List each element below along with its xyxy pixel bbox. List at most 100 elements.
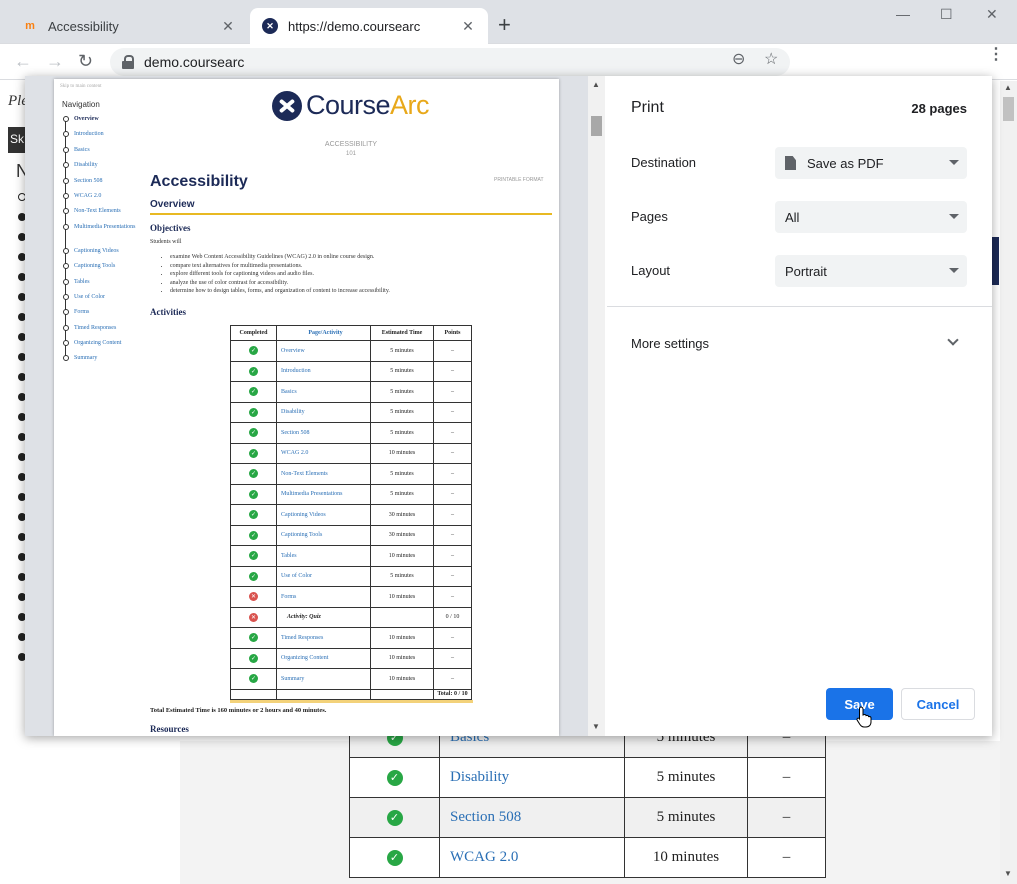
activity-link[interactable]: Captioning Videos <box>276 504 371 526</box>
chevron-down-icon[interactable] <box>947 334 959 346</box>
scroll-up-icon[interactable]: ▲ <box>592 80 600 89</box>
close-tab-icon[interactable]: ✕ <box>460 18 476 35</box>
browser-menu-icon[interactable]: ⋮ <box>988 47 1004 63</box>
estimated-time: 5 minutes <box>370 463 434 485</box>
nav-item: Tables <box>63 278 153 293</box>
estimated-time: 10 minutes <box>370 627 434 649</box>
points: 0 / 10 <box>433 606 472 628</box>
layout-select[interactable]: Portrait <box>775 255 967 287</box>
activity-link[interactable]: Multimedia Presentations <box>276 483 371 505</box>
activity-link[interactable]: Organizing Content <box>276 647 371 669</box>
activity-link[interactable]: Introduction <box>276 360 371 382</box>
cancel-button[interactable]: Cancel <box>901 688 975 720</box>
minimize-icon[interactable]: — <box>896 6 910 22</box>
table-row: ✓ Basics 5 minutes – <box>230 381 472 403</box>
table-row: ✓ Section 508 5 minutes – <box>349 797 826 838</box>
check-icon: ✓ <box>249 407 258 417</box>
column-header: Completed <box>230 325 277 341</box>
activity-link[interactable]: Non-Text Elements <box>276 463 371 485</box>
activities-heading: Activities <box>150 307 186 317</box>
maximize-icon[interactable]: ☐ <box>940 6 953 23</box>
estimated-time: 30 minutes <box>370 524 434 546</box>
nav-list: Overview Introduction Basics Disability … <box>63 115 153 370</box>
lock-icon[interactable] <box>122 55 134 69</box>
activity-link[interactable]: Tables <box>276 545 371 567</box>
activity-link[interactable]: Disability <box>276 401 371 423</box>
check-icon: ✓ <box>249 551 258 561</box>
activity-link[interactable]: Captioning Tools <box>276 524 371 546</box>
divider <box>607 306 992 307</box>
more-settings-toggle[interactable]: More settings <box>631 336 709 351</box>
preview-scrollbar[interactable]: ▲ ▼ <box>588 76 605 736</box>
page-scrollbar[interactable]: ▲ ▼ <box>1000 81 1017 884</box>
table-row: ✓ Captioning Tools 30 minutes – <box>230 524 472 546</box>
points: – <box>433 545 472 567</box>
activity-link[interactable]: Disability <box>439 757 625 798</box>
skip-link: Skip to main content <box>60 84 102 89</box>
activity-link[interactable]: WCAG 2.0 <box>439 837 625 878</box>
activity-link[interactable]: Section 508 <box>276 422 371 444</box>
destination-select[interactable]: Save as PDF <box>775 147 967 179</box>
print-title: Print <box>631 99 664 116</box>
activity-link[interactable]: Section 508 <box>439 797 625 838</box>
print-preview: Skip to main content Navigation Overview… <box>25 76 605 736</box>
hand-cursor-icon <box>856 706 872 728</box>
nav-item: Captioning Tools <box>63 262 153 277</box>
activity-link[interactable]: Forms <box>276 586 371 608</box>
forward-icon[interactable]: → <box>46 51 64 71</box>
activity-link[interactable]: Timed Responses <box>276 627 371 649</box>
resources-heading: Resources <box>150 724 189 734</box>
check-icon: ✓ <box>249 448 258 458</box>
points: – <box>747 837 826 878</box>
column-header: Page/Activity <box>276 325 371 341</box>
zoom-icon[interactable]: ⊖ <box>732 49 745 69</box>
page-count: 28 pages <box>911 101 967 116</box>
scroll-down-icon[interactable]: ▼ <box>1004 869 1012 878</box>
activity-link[interactable]: Use of Color <box>276 565 371 587</box>
check-icon: ✓ <box>249 510 258 520</box>
estimated-time: 5 minutes <box>370 381 434 403</box>
close-window-icon[interactable]: ✕ <box>986 6 998 23</box>
scroll-thumb[interactable] <box>591 116 602 136</box>
printable-format-label: PRINTABLE FORMAT <box>494 177 544 183</box>
table-row: ✓ Organizing Content 10 minutes – <box>230 647 472 669</box>
url-text: demo.coursearc <box>144 54 245 70</box>
tab-accessibility[interactable]: m Accessibility ✕ <box>10 8 248 44</box>
tab-coursearc[interactable]: ✕ https://demo.coursearc ✕ <box>250 8 488 44</box>
scroll-thumb[interactable] <box>1003 97 1014 121</box>
back-icon[interactable]: ← <box>14 51 32 71</box>
table-row: ✓ Disability 5 minutes – <box>230 401 472 423</box>
print-dialog: Skip to main content Navigation Overview… <box>25 76 992 736</box>
check-icon: ✓ <box>386 770 403 786</box>
points: – <box>747 797 826 838</box>
table-row: ✕ Forms 10 minutes – <box>230 586 472 608</box>
list-item: compare text alternatives for multimedia… <box>170 262 390 271</box>
coursearc-logo: CourseArc <box>272 90 430 121</box>
nav-item: WCAG 2.0 <box>63 192 153 207</box>
activity-link[interactable]: WCAG 2.0 <box>276 442 371 464</box>
total-time: Total Estimated Time is 160 minutes or 2… <box>150 707 327 714</box>
estimated-time: 10 minutes <box>370 442 434 464</box>
close-tab-icon[interactable]: ✕ <box>220 18 236 35</box>
caret-down-icon <box>949 160 959 165</box>
check-icon: ✓ <box>249 428 258 438</box>
course-number: 101 <box>345 151 356 157</box>
scroll-down-icon[interactable]: ▼ <box>592 722 600 731</box>
check-icon: ✓ <box>249 571 258 581</box>
estimated-time <box>370 606 434 628</box>
check-icon: ✓ <box>386 850 403 866</box>
table-row: ✓ Captioning Videos 30 minutes – <box>230 504 472 526</box>
points: – <box>433 647 472 669</box>
nav-item: Use of Color <box>63 293 153 308</box>
activity-link[interactable]: Basics <box>276 381 371 403</box>
address-bar[interactable]: demo.coursearc <box>110 48 790 76</box>
caret-down-icon <box>949 214 959 219</box>
reload-icon[interactable]: ↻ <box>78 51 93 71</box>
scroll-up-icon[interactable]: ▲ <box>1004 83 1012 92</box>
estimated-time: 10 minutes <box>370 668 434 690</box>
activity-link[interactable]: Summary <box>276 668 371 690</box>
star-icon[interactable]: ☆ <box>764 49 778 69</box>
pages-select[interactable]: All <box>775 201 967 233</box>
new-tab-button[interactable]: + <box>498 14 511 36</box>
activity-link[interactable]: Overview <box>276 340 371 362</box>
